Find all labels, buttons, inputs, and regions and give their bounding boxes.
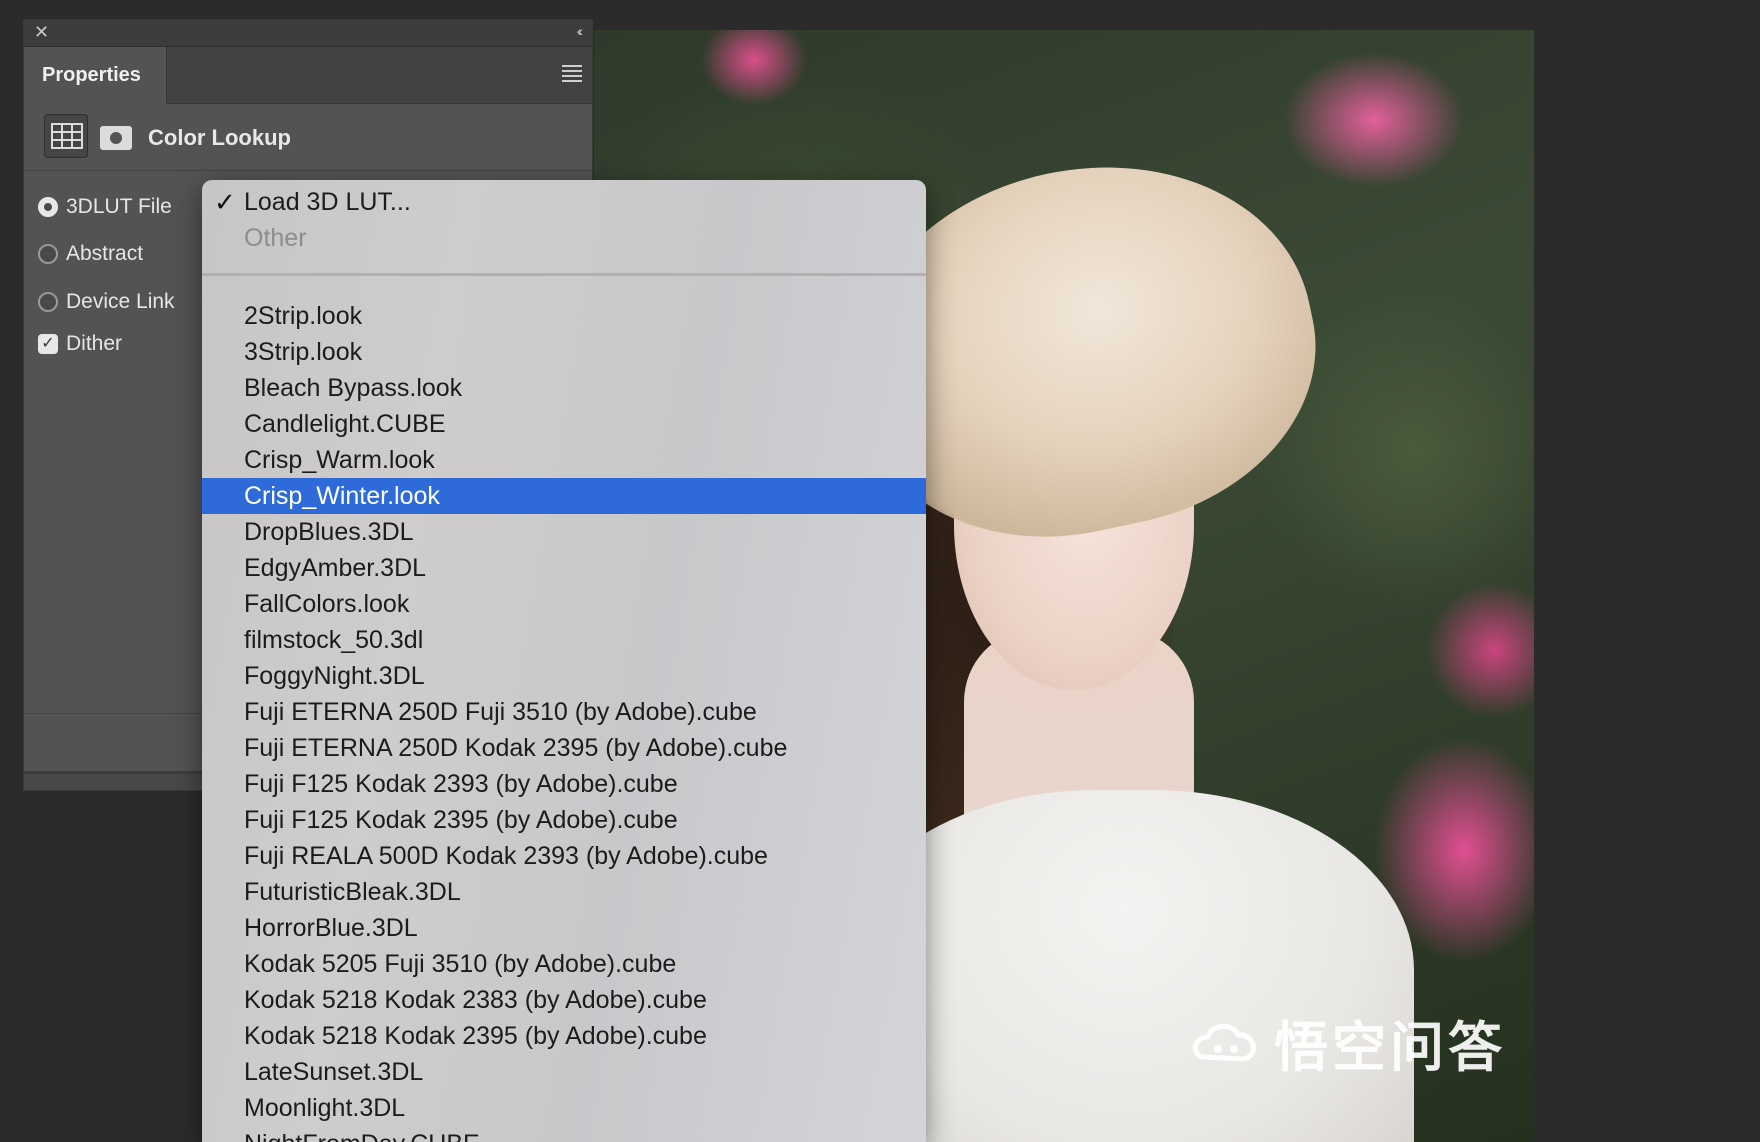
menu-item[interactable]: EdgyAmber.3DL xyxy=(202,550,926,586)
menu-item-label: FoggyNight.3DL xyxy=(244,662,425,690)
menu-item[interactable]: Moonlight.3DL xyxy=(202,1090,926,1126)
menu-item-label: Candlelight.CUBE xyxy=(244,410,446,438)
adjustment-header: Color Lookup xyxy=(24,104,592,171)
menu-item-label: Kodak 5218 Kodak 2395 (by Adobe).cube xyxy=(244,1022,707,1050)
option-abstract[interactable]: Abstract xyxy=(38,242,143,266)
lut-dropdown-menu: ✓ Load 3D LUT... Other 2Strip.look 3Strip… xyxy=(202,180,926,1142)
menu-item-label: EdgyAmber.3DL xyxy=(244,554,427,582)
menu-item[interactable]: Fuji ETERNA 250D Kodak 2395 (by Adobe).c… xyxy=(202,730,926,766)
menu-separator xyxy=(202,273,926,276)
menu-item-label: 3Strip.look xyxy=(244,338,363,366)
watermark-text: 悟空问答 xyxy=(1274,1016,1506,1079)
menu-item-label: Other xyxy=(244,224,307,252)
menu-item-label: Crisp_Warm.look xyxy=(244,446,435,474)
menu-item-load-3d-lut[interactable]: ✓ Load 3D LUT... xyxy=(202,184,926,220)
menu-item[interactable]: LateSunset.3DL xyxy=(202,1054,926,1090)
menu-item[interactable]: Crisp_Winter.look xyxy=(202,478,926,514)
menu-item[interactable]: NightFromDay.CUBE xyxy=(202,1126,926,1142)
menu-item[interactable]: Fuji F125 Kodak 2393 (by Adobe).cube xyxy=(202,766,926,802)
menu-item[interactable]: Fuji F125 Kodak 2395 (by Adobe).cube xyxy=(202,802,926,838)
menu-item-label: Fuji F125 Kodak 2393 (by Adobe).cube xyxy=(244,770,678,798)
menu-item[interactable]: FoggyNight.3DL xyxy=(202,658,926,694)
option-dither[interactable]: ✓ Dither xyxy=(38,332,122,356)
menu-item[interactable]: 3Strip.look xyxy=(202,334,926,370)
tab-properties[interactable]: Properties xyxy=(24,47,167,104)
option-label: Abstract xyxy=(66,242,144,265)
checkbox-checked-icon[interactable]: ✓ xyxy=(38,334,58,354)
adjustment-title: Color Lookup xyxy=(148,125,291,150)
menu-item-label: DropBlues.3DL xyxy=(244,518,414,546)
menu-item-label: Fuji ETERNA 250D Fuji 3510 (by Adobe).cu… xyxy=(244,698,757,726)
option-label: 3DLUT File xyxy=(66,195,172,218)
option-3dlut-file[interactable]: 3DLUT File xyxy=(38,195,172,219)
menu-item-label: Moonlight.3DL xyxy=(244,1094,406,1122)
checkmark-icon: ✓ xyxy=(214,187,236,217)
watermark: 悟空问答 xyxy=(1190,1003,1506,1082)
menu-item-label: Load 3D LUT... xyxy=(244,188,411,216)
menu-item-label: Kodak 5205 Fuji 3510 (by Adobe).cube xyxy=(244,950,677,978)
menu-item[interactable]: Kodak 5218 Kodak 2395 (by Adobe).cube xyxy=(202,1018,926,1054)
menu-item[interactable]: FallColors.look xyxy=(202,586,926,622)
menu-item[interactable]: Bleach Bypass.look xyxy=(202,370,926,406)
grid-table-icon[interactable] xyxy=(44,114,88,158)
panel-titlebar: ✕ ‹‹ xyxy=(24,20,592,47)
menu-item-label: Kodak 5218 Kodak 2383 (by Adobe).cube xyxy=(244,986,707,1014)
menu-item-label: FallColors.look xyxy=(244,590,410,618)
option-label: Dither xyxy=(66,332,123,355)
menu-item-label: LateSunset.3DL xyxy=(244,1058,424,1086)
menu-item[interactable]: Kodak 5205 Fuji 3510 (by Adobe).cube xyxy=(202,946,926,982)
radio-selected-icon[interactable] xyxy=(38,197,58,217)
menu-item-label: 2Strip.look xyxy=(244,302,363,330)
double-chevron-left-icon[interactable]: ‹‹ xyxy=(577,23,584,39)
menu-item-label: HorrorBlue.3DL xyxy=(244,914,418,942)
menu-item-label: Fuji ETERNA 250D Kodak 2395 (by Adobe).c… xyxy=(244,734,788,762)
menu-item[interactable]: Fuji REALA 500D Kodak 2393 (by Adobe).cu… xyxy=(202,838,926,874)
menu-item[interactable]: Fuji ETERNA 250D Fuji 3510 (by Adobe).cu… xyxy=(202,694,926,730)
wukong-logo-icon xyxy=(1190,1017,1262,1069)
layer-mask-icon[interactable] xyxy=(100,126,132,150)
menu-item[interactable]: Kodak 5218 Kodak 2383 (by Adobe).cube xyxy=(202,982,926,1018)
close-icon[interactable]: ✕ xyxy=(34,22,49,42)
option-device-link[interactable]: Device Link xyxy=(38,290,175,314)
menu-item[interactable]: 2Strip.look xyxy=(202,298,926,334)
menu-item-label: Fuji F125 Kodak 2395 (by Adobe).cube xyxy=(244,806,678,834)
radio-unselected-icon[interactable] xyxy=(38,244,58,264)
menu-item-label: Fuji REALA 500D Kodak 2393 (by Adobe).cu… xyxy=(244,842,768,870)
panel-tab-bar: Properties xyxy=(24,47,592,104)
menu-item-label: Crisp_Winter.look xyxy=(244,482,440,510)
menu-item[interactable]: Crisp_Warm.look xyxy=(202,442,926,478)
option-label: Device Link xyxy=(66,290,175,313)
menu-item-label: NightFromDay.CUBE xyxy=(244,1130,480,1142)
menu-item-label: FuturisticBleak.3DL xyxy=(244,878,461,906)
menu-item[interactable]: FuturisticBleak.3DL xyxy=(202,874,926,910)
menu-item-other: Other xyxy=(202,220,926,256)
menu-item[interactable]: HorrorBlue.3DL xyxy=(202,910,926,946)
hamburger-menu-icon[interactable] xyxy=(562,65,582,85)
menu-item-label: Bleach Bypass.look xyxy=(244,374,463,402)
menu-item[interactable]: DropBlues.3DL xyxy=(202,514,926,550)
menu-item[interactable]: Candlelight.CUBE xyxy=(202,406,926,442)
menu-item-label: filmstock_50.3dl xyxy=(244,626,424,654)
radio-unselected-icon[interactable] xyxy=(38,292,58,312)
menu-item[interactable]: filmstock_50.3dl xyxy=(202,622,926,658)
